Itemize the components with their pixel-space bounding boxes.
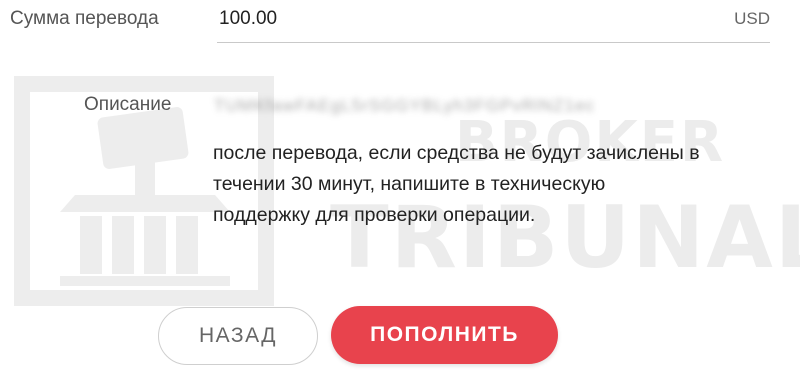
back-button[interactable]: НАЗАД (158, 307, 318, 365)
description-label: Описание (84, 94, 172, 115)
description-line: поддержку для проверки операции. (213, 204, 536, 226)
blurred-wallet-address: TUMKfawFAEgL5rSGGYBLyh3FGPvRlNZ1ec (214, 96, 596, 115)
currency-label: USD (734, 9, 770, 28)
topup-button[interactable]: ПОПОЛНИТЬ (331, 306, 558, 364)
description-text: после перевода, если средства не будут з… (213, 138, 798, 231)
amount-input[interactable]: 100.00 USD (217, 0, 770, 43)
amount-label: Сумма перевода (10, 8, 159, 29)
description-line: после перевода, если средства не будут з… (213, 142, 700, 164)
description-line: течении 30 минут, напишите в техническую (213, 173, 606, 195)
amount-value[interactable]: 100.00 (219, 8, 277, 30)
